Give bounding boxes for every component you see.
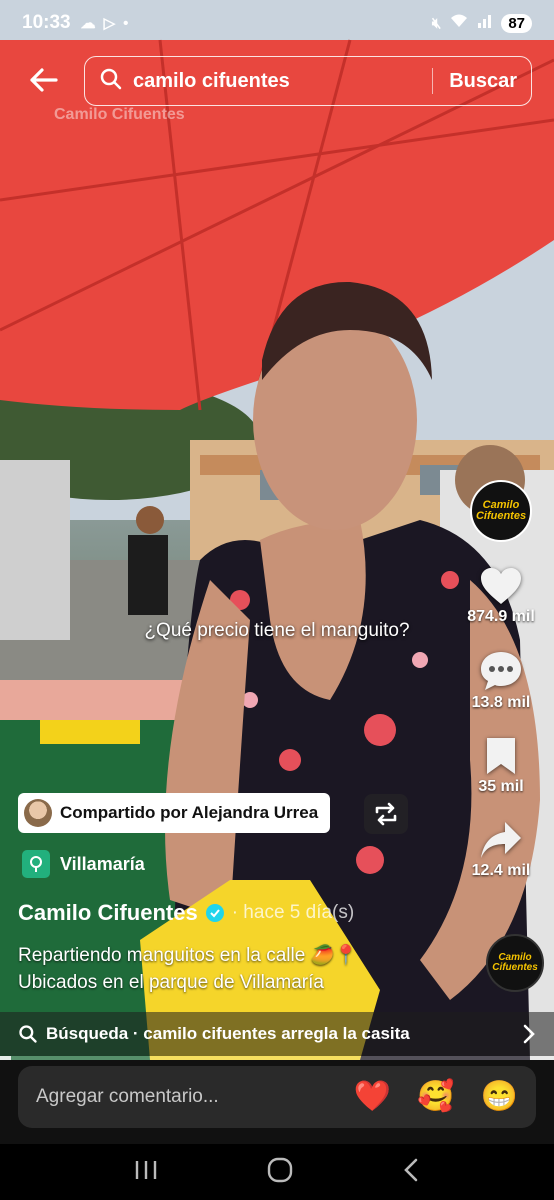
recent-apps-icon[interactable] bbox=[133, 1158, 159, 1187]
like-count: 874.9 mil bbox=[467, 608, 535, 625]
action-rail: Camilo Cifuentes 874.9 mil 13.8 mil 35 m… bbox=[458, 480, 544, 880]
notification-dot-icon: • bbox=[123, 14, 129, 32]
share-button[interactable]: 12.4 mil bbox=[471, 820, 531, 880]
search-icon bbox=[19, 1025, 37, 1043]
system-nav-bar bbox=[0, 1144, 554, 1200]
home-icon[interactable] bbox=[266, 1156, 294, 1189]
caption-line-1: Repartiendo manguitos en la calle 🥭📍 bbox=[18, 945, 358, 966]
video-caption[interactable]: Repartiendo manguitos en la calle 🥭📍 Ubi… bbox=[18, 942, 358, 996]
author-row: Camilo Cifuentes · hace 5 día(s) bbox=[18, 900, 354, 926]
wifi-icon bbox=[449, 13, 469, 33]
comment-placeholder: Agregar comentario... bbox=[36, 1086, 219, 1107]
video-watermark: Camilo Cifuentes bbox=[54, 106, 185, 123]
related-search-bar[interactable]: Búsqueda · camilo cifuentes arregla la c… bbox=[0, 1012, 554, 1056]
battery-indicator: 87 bbox=[501, 13, 532, 33]
comment-bubble-icon bbox=[480, 652, 521, 690]
search-button[interactable]: Buscar bbox=[449, 70, 517, 93]
share-arrow-icon bbox=[480, 822, 521, 858]
verified-badge-icon bbox=[205, 904, 224, 922]
search-bar[interactable]: camilo cifuentes Buscar bbox=[84, 56, 532, 106]
location-pin-icon bbox=[22, 850, 50, 878]
creator-logo-line2: Cifuentes bbox=[475, 510, 527, 522]
comment-area: Agregar comentario... ❤️ 🥰 😁 bbox=[0, 1060, 554, 1144]
status-bar: 10:33 ☁ ▷ • 🔇︎ 87 bbox=[0, 0, 554, 46]
sharer-avatar bbox=[24, 799, 52, 827]
related-search-text: Búsqueda · camilo cifuentes arregla la c… bbox=[46, 1024, 410, 1043]
comment-button[interactable]: 13.8 mil bbox=[471, 650, 531, 712]
status-left-icons: ☁ ▷ • bbox=[80, 14, 129, 33]
status-time: 10:33 bbox=[22, 12, 71, 33]
caption-line-2: Ubicados en el parque de Villamaría bbox=[18, 972, 324, 993]
like-button[interactable]: 874.9 mil bbox=[467, 566, 535, 626]
repost-button[interactable] bbox=[364, 794, 408, 834]
location-name: Villamaría bbox=[60, 853, 145, 874]
search-divider bbox=[432, 68, 434, 94]
status-right-icons: 🔇︎ 87 bbox=[432, 13, 532, 33]
post-date: · hace 5 día(s) bbox=[231, 902, 355, 923]
save-count: 35 mil bbox=[478, 778, 524, 795]
comment-count: 13.8 mil bbox=[471, 694, 531, 711]
search-icon bbox=[99, 67, 123, 96]
signal-icon bbox=[477, 13, 493, 33]
location-tag[interactable]: Villamaría bbox=[22, 850, 145, 878]
creator-avatar[interactable]: Camilo Cifuentes bbox=[470, 480, 532, 542]
cloud-icon: ☁ bbox=[80, 15, 96, 32]
music-disc-line2: Cifuentes bbox=[492, 962, 538, 973]
back-icon[interactable] bbox=[401, 1157, 421, 1188]
save-button[interactable]: 35 mil bbox=[478, 736, 524, 796]
shared-by-label: Compartido por Alejandra Urrea bbox=[60, 803, 319, 822]
search-input[interactable]: camilo cifuentes bbox=[133, 70, 432, 93]
comment-input[interactable]: Agregar comentario... ❤️ 🥰 😁 bbox=[18, 1066, 536, 1128]
chevron-right-icon bbox=[523, 1024, 535, 1044]
play-store-icon: ▷ bbox=[103, 15, 116, 32]
music-disc[interactable]: Camilo Cifuentes bbox=[486, 934, 544, 992]
bookmark-icon bbox=[486, 738, 515, 774]
heart-icon bbox=[480, 568, 521, 604]
repost-icon bbox=[375, 802, 397, 826]
share-count: 12.4 mil bbox=[471, 862, 531, 879]
emoji-grin-button[interactable]: 😁 bbox=[481, 1082, 518, 1112]
author-name[interactable]: Camilo Cifuentes bbox=[18, 900, 198, 926]
back-arrow-icon[interactable] bbox=[26, 62, 66, 102]
emoji-smiling-hearts-button[interactable]: 🥰 bbox=[417, 1082, 454, 1112]
shared-by-pill[interactable]: Compartido por Alejandra Urrea bbox=[18, 793, 331, 833]
mute-icon: 🔇︎ bbox=[431, 14, 442, 32]
emoji-heart-button[interactable]: ❤️ bbox=[354, 1082, 391, 1112]
